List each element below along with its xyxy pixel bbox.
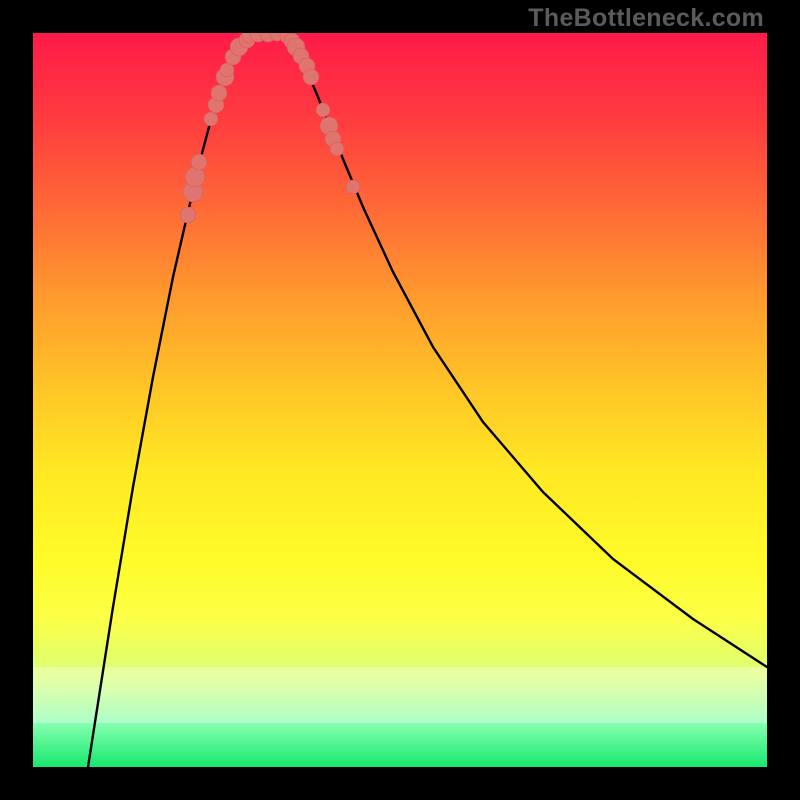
data-dot <box>316 103 330 117</box>
data-dot <box>330 142 344 156</box>
data-dot <box>191 154 207 170</box>
chart-frame: TheBottleneck.com <box>0 0 800 800</box>
dots-group <box>180 33 360 223</box>
data-dot <box>180 207 196 223</box>
data-dot <box>204 112 218 126</box>
data-dot <box>185 167 205 187</box>
data-dot <box>211 85 227 101</box>
curve-group <box>88 33 767 767</box>
plot-area <box>33 33 767 767</box>
curve-layer <box>33 33 767 767</box>
curve-right-curve <box>288 33 767 667</box>
curve-left-curve <box>88 33 253 767</box>
data-dot <box>303 69 319 85</box>
watermark-text: TheBottleneck.com <box>528 4 764 33</box>
data-dot <box>346 180 360 194</box>
